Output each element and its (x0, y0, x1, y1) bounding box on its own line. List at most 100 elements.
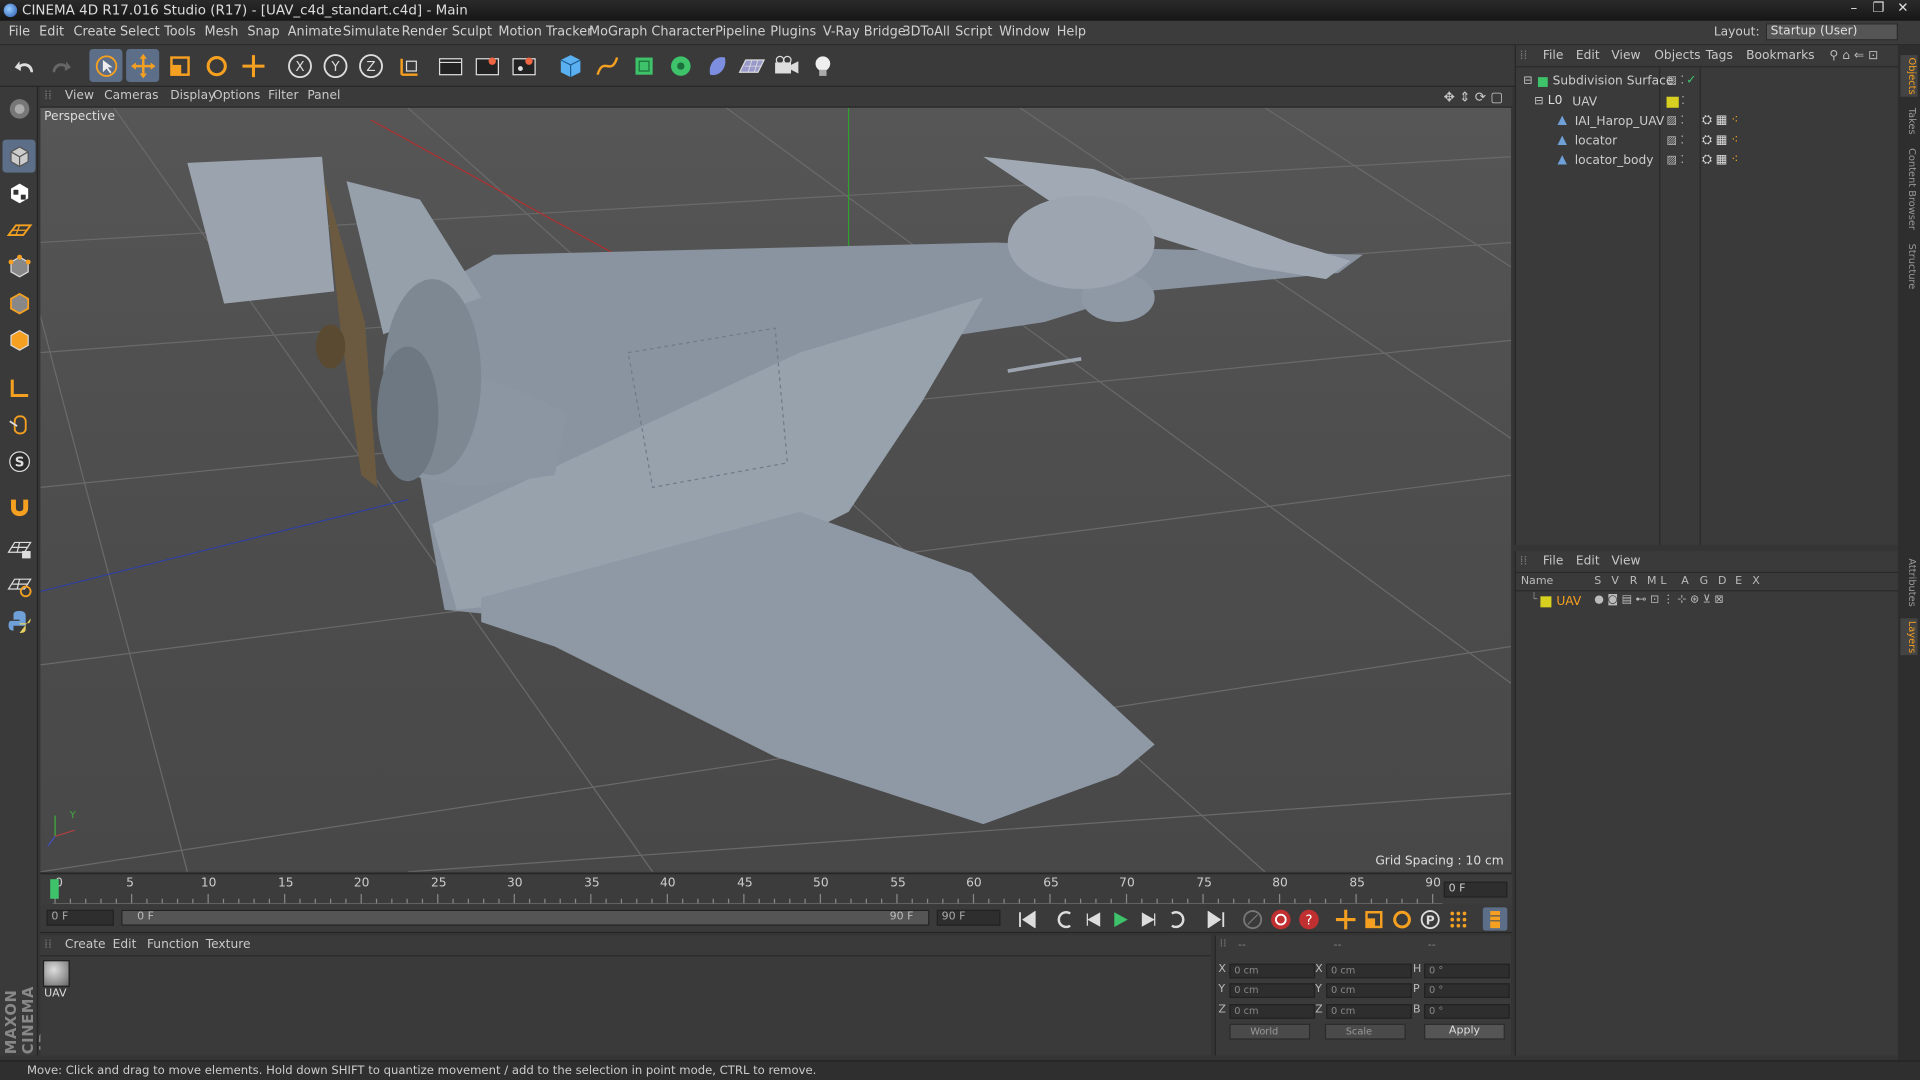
cloner-icon[interactable] (664, 49, 697, 82)
record-keys-off-icon[interactable] (1240, 907, 1264, 930)
side-tab-objects[interactable]: Objects (1900, 55, 1918, 97)
key-pla-icon[interactable] (1446, 907, 1470, 930)
side-tab-takes[interactable]: Takes (1900, 104, 1918, 138)
size-y-field[interactable]: 0 cm (1326, 983, 1412, 998)
render-settings-icon[interactable] (507, 49, 540, 82)
perspective-viewport[interactable]: Y Perspective Grid Spacing : 10 cm (40, 107, 1512, 872)
side-tab-layers[interactable]: Layers (1900, 618, 1918, 656)
tags-icon[interactable]: ⛭ ▦ ⁖ (1702, 133, 1738, 146)
go-to-start-icon[interactable] (1015, 907, 1039, 930)
menu-edit[interactable]: Edit (39, 24, 64, 39)
object-menu-bookmarks[interactable]: Bookmarks (1746, 49, 1814, 62)
object-menu-view[interactable]: View (1611, 49, 1640, 62)
material-thumbnail[interactable] (42, 960, 70, 987)
planar-workplane-icon[interactable] (2, 568, 35, 601)
subdivision-surface-icon[interactable] (627, 49, 660, 82)
menu-simulate[interactable]: Simulate (343, 24, 400, 39)
workplane-mode-icon[interactable] (2, 213, 35, 246)
material-menu-create[interactable]: Create (65, 938, 106, 951)
go-to-end-icon[interactable] (1204, 907, 1228, 930)
menu-create[interactable]: Create (73, 24, 116, 39)
menu-mesh[interactable]: Mesh (204, 24, 238, 39)
tags-icon[interactable]: ⛭ ▦ ⁖ (1702, 114, 1738, 127)
move-tool-icon[interactable] (126, 48, 160, 83)
start-frame-field[interactable]: 0 F (46, 909, 114, 926)
viewport-menu-cameras[interactable]: Cameras (104, 89, 158, 102)
object-search-icon[interactable]: ⚲ ⌂ ⇐ ⊡ (1829, 49, 1878, 62)
menu-pipeline[interactable]: Pipeline (715, 24, 765, 39)
material-menu-edit[interactable]: Edit (113, 938, 137, 951)
menu-3dtoall[interactable]: 3DToAll (902, 24, 950, 39)
visibility-icon[interactable]: ▨ ⁚ (1667, 75, 1684, 87)
model-mode-icon[interactable] (2, 139, 36, 173)
coordinate-system-icon[interactable] (392, 49, 425, 82)
material-menu-function[interactable]: Function (147, 938, 199, 951)
frame-range-slider[interactable]: 0 F 90 F (121, 909, 930, 926)
object-menu-edit[interactable]: Edit (1576, 49, 1600, 62)
menu-sculpt[interactable]: Sculpt (452, 24, 492, 39)
object-menu-objects[interactable]: Objects (1654, 49, 1700, 62)
position-z-field[interactable]: 0 cm (1229, 1004, 1316, 1019)
z-axis-lock-icon[interactable]: Z (354, 49, 387, 82)
menu-tools[interactable]: Tools (164, 24, 196, 39)
menu-motion-tracker[interactable]: Motion Tracker (498, 24, 592, 39)
enable-axis-icon[interactable] (2, 371, 35, 404)
material-menu-texture[interactable]: Texture (206, 938, 251, 951)
magnet-icon[interactable] (2, 490, 35, 523)
object-row-iai-harop-uav[interactable]: ▲ IAI_Harop_UAV ▨ ⁚ ⛭ ▦ ⁖ (1516, 113, 1899, 133)
menu-render[interactable]: Render (402, 24, 448, 39)
menu-help[interactable]: Help (1057, 24, 1086, 39)
points-mode-icon[interactable] (2, 250, 35, 283)
viewport-menu-options[interactable]: Options (213, 89, 260, 102)
viewport-menu-display[interactable]: Display (170, 89, 215, 102)
light-icon[interactable] (806, 49, 839, 82)
layer-color-swatch[interactable] (1666, 96, 1679, 108)
edges-mode-icon[interactable] (2, 287, 35, 320)
layer-menu-view[interactable]: View (1611, 555, 1640, 568)
key-position-icon[interactable] (1333, 907, 1357, 930)
deformer-icon[interactable] (700, 49, 733, 82)
rotation-h-field[interactable]: 0 ° (1424, 963, 1510, 979)
tweak-mode-icon[interactable] (2, 408, 35, 441)
timeline-layout-icon[interactable] (1482, 907, 1508, 931)
scale-tool-icon[interactable] (163, 49, 196, 82)
layer-toggle-icons[interactable]: ● ◙ ▤ ⊷ ⊡ ⋮ ⊹ ⊛ ⊻ ⊠ (1594, 594, 1723, 606)
render-to-picture-viewer-icon[interactable] (470, 49, 503, 82)
side-tab-content-browser[interactable]: Content Browser (1900, 146, 1918, 232)
rotate-tool-icon[interactable] (200, 49, 233, 82)
menu-select[interactable]: Select (120, 24, 160, 39)
menu-window[interactable]: Window (999, 24, 1050, 39)
side-tab-structure[interactable]: Structure (1900, 241, 1918, 292)
visibility-icon[interactable]: ▨ ⁚ (1667, 154, 1684, 166)
menu-vray-bridge[interactable]: V-Ray Bridge (823, 24, 906, 39)
live-selection-icon[interactable] (89, 48, 123, 83)
rotation-b-field[interactable]: 0 ° (1424, 1004, 1510, 1019)
lock-workplane-icon[interactable] (2, 531, 35, 564)
visibility-icon[interactable]: ▨ ⁚ (1667, 115, 1684, 127)
key-parameter-icon[interactable]: P (1418, 907, 1442, 930)
recent-tool-icon[interactable] (236, 49, 269, 82)
object-menu-file[interactable]: File (1543, 49, 1563, 62)
side-tab-attributes[interactable]: Attributes (1900, 553, 1918, 612)
floor-icon[interactable] (735, 49, 768, 82)
playhead-marker[interactable] (50, 879, 59, 899)
timeline-ruler[interactable]: 0 5 10 15 20 25 30 35 40 45 50 55 60 65 … (40, 873, 1513, 905)
coordinate-mode-dropdown[interactable]: World (1229, 1023, 1311, 1040)
key-rotation-icon[interactable] (1390, 907, 1414, 930)
camera-icon[interactable] (769, 49, 802, 82)
y-axis-lock-icon[interactable]: Y (318, 49, 351, 82)
object-menu-tags[interactable]: Tags (1706, 49, 1733, 62)
menu-character[interactable]: Character (651, 24, 714, 39)
previous-frame-icon[interactable] (1081, 907, 1105, 930)
scale-mode-dropdown[interactable]: Scale (1324, 1023, 1406, 1040)
object-row-locator[interactable]: ▲ locator ▨ ⁚ ⛭ ▦ ⁖ (1516, 132, 1899, 152)
x-axis-lock-icon[interactable]: X (283, 49, 316, 82)
snap-icon[interactable]: S (2, 444, 35, 477)
apply-button[interactable]: Apply (1424, 1023, 1505, 1040)
maximize-button[interactable]: ❐ (1866, 0, 1890, 18)
redo-icon[interactable] (43, 49, 76, 82)
layer-menu-file[interactable]: File (1543, 555, 1563, 568)
layout-dropdown[interactable]: Startup (User) (1765, 23, 1898, 41)
rotation-p-field[interactable]: 0 ° (1424, 983, 1510, 998)
visibility-icon[interactable]: ▨ ⁚ (1667, 135, 1684, 147)
